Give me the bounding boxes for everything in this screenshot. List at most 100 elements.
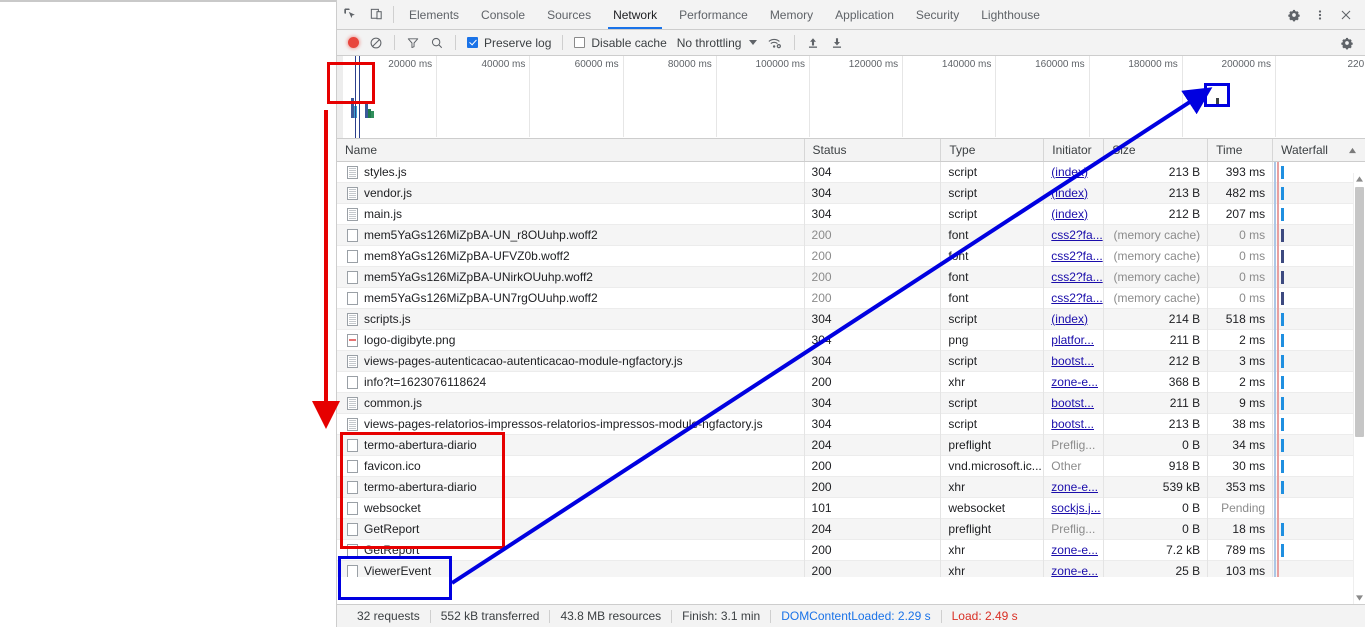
cell-initiator[interactable]: css2?fa... bbox=[1044, 287, 1105, 309]
initiator-link[interactable]: (index) bbox=[1051, 165, 1088, 179]
cell-status: 304 bbox=[805, 413, 942, 435]
table-row[interactable]: GetReport 200 xhr zone-e... 7.2 kB 789 ms bbox=[337, 539, 1365, 561]
cell-initiator[interactable]: (index) bbox=[1044, 162, 1105, 183]
scroll-up-arrow-icon[interactable] bbox=[1354, 173, 1365, 185]
scrollbar-thumb[interactable] bbox=[1355, 187, 1364, 437]
initiator-link[interactable]: bootst... bbox=[1051, 396, 1094, 410]
table-row[interactable]: favicon.ico 200 vnd.microsoft.ic... Other 91… bbox=[337, 455, 1365, 477]
table-row[interactable]: mem8YaGs126MiZpBA-UFVZ0b.woff2 200 font css… bbox=[337, 245, 1365, 267]
table-row[interactable]: mem5YaGs126MiZpBA-UN_r8OUuhp.woff2 200 fon… bbox=[337, 224, 1365, 246]
initiator-link[interactable]: css2?fa... bbox=[1051, 228, 1102, 242]
cell-initiator[interactable]: bootst... bbox=[1044, 392, 1105, 414]
table-row[interactable]: websocket 101 websocket sockjs.j... 0 B Pendi… bbox=[337, 497, 1365, 519]
overview-tick-label: 160000 ms bbox=[1035, 59, 1085, 70]
table-row[interactable]: main.js 304 script (index) 212 B 207 ms bbox=[337, 203, 1365, 225]
column-header-type[interactable]: Type bbox=[941, 139, 1045, 161]
gear-icon bbox=[1341, 37, 1353, 49]
table-row[interactable]: common.js 304 script bootst... 211 B9 ms bbox=[337, 392, 1365, 414]
waterfall-bar bbox=[1281, 312, 1285, 326]
table-row[interactable]: termo-abertura-diario 204 preflight Preflig… bbox=[337, 434, 1365, 456]
table-row[interactable]: vendor.js 304 script (index) 213 B 482 ms bbox=[337, 182, 1365, 204]
initiator-link[interactable]: css2?fa... bbox=[1051, 270, 1102, 284]
table-row[interactable]: styles.js 304 script (index) 213 B 393 ms bbox=[337, 162, 1365, 183]
table-row[interactable]: views-pages-autenticacao-autenticacao-mo… bbox=[337, 350, 1365, 372]
table-row[interactable]: logo-digibyte.png 304 png platfor... 211 B2 … bbox=[337, 329, 1365, 351]
filter-button[interactable] bbox=[401, 30, 425, 56]
export-har-button[interactable] bbox=[825, 30, 849, 56]
cell-initiator[interactable]: zone-e... bbox=[1044, 539, 1105, 561]
tab-application[interactable]: Application bbox=[824, 0, 905, 29]
cell-initiator[interactable]: css2?fa... bbox=[1044, 224, 1105, 246]
requests-table-body[interactable]: styles.js 304 script (index) 213 B 393 ms vend… bbox=[337, 162, 1365, 577]
cell-initiator[interactable]: sockjs.j... bbox=[1044, 497, 1105, 519]
waterfall-domcontentloaded-marker bbox=[1274, 392, 1277, 414]
requests-scrollbar[interactable] bbox=[1353, 173, 1365, 604]
tab-lighthouse[interactable]: Lighthouse bbox=[970, 0, 1051, 29]
cell-status: 204 bbox=[805, 518, 942, 540]
column-header-time[interactable]: Time bbox=[1208, 139, 1274, 161]
cell-initiator[interactable]: css2?fa... bbox=[1044, 245, 1105, 267]
table-row[interactable]: GetReport 204 preflight Preflig... 0 B 18 ms bbox=[337, 518, 1365, 540]
record-button[interactable] bbox=[343, 30, 364, 56]
preserve-log-checkbox[interactable]: Preserve log bbox=[462, 30, 556, 56]
column-header-initiator[interactable]: Initiator bbox=[1044, 139, 1105, 161]
table-row[interactable]: termo-abertura-diario 200 xhr zone-e... 539 … bbox=[337, 476, 1365, 498]
initiator-link[interactable]: css2?fa... bbox=[1051, 249, 1102, 263]
table-row[interactable]: views-pages-relatorios-impressos-relator… bbox=[337, 413, 1365, 435]
network-settings-button[interactable] bbox=[1335, 30, 1359, 56]
table-row[interactable]: mem5YaGs126MiZpBA-UNirkOUuhp.woff2 200 fon… bbox=[337, 266, 1365, 288]
table-row[interactable]: scripts.js 304 script (index) 214 B 518 ms bbox=[337, 308, 1365, 330]
initiator-link[interactable]: sockjs.j... bbox=[1051, 501, 1100, 515]
cell-initiator[interactable]: (index) bbox=[1044, 203, 1105, 225]
tab-memory[interactable]: Memory bbox=[759, 0, 824, 29]
cell-initiator[interactable]: zone-e... bbox=[1044, 560, 1105, 578]
table-row[interactable]: mem5YaGs126MiZpBA-UN7rgOUuhp.woff2 200 fon… bbox=[337, 287, 1365, 309]
column-header-name[interactable]: Name bbox=[337, 139, 805, 161]
initiator-link[interactable]: platfor... bbox=[1051, 333, 1094, 347]
import-har-button[interactable] bbox=[801, 30, 825, 56]
cell-initiator[interactable]: css2?fa... bbox=[1044, 266, 1105, 288]
column-header-waterfall[interactable]: Waterfall bbox=[1273, 139, 1365, 161]
disable-cache-checkbox[interactable]: Disable cache bbox=[569, 30, 671, 56]
search-button[interactable] bbox=[425, 30, 449, 56]
column-header-size[interactable]: Size bbox=[1104, 139, 1209, 161]
cell-initiator[interactable]: (index) bbox=[1044, 182, 1105, 204]
initiator-link[interactable]: (index) bbox=[1051, 207, 1088, 221]
initiator-link[interactable]: zone-e... bbox=[1051, 543, 1098, 557]
tab-network[interactable]: Network bbox=[602, 0, 668, 29]
network-conditions-button[interactable] bbox=[762, 30, 788, 56]
tab-elements[interactable]: Elements bbox=[398, 0, 470, 29]
cell-time: 207 ms bbox=[1208, 203, 1274, 225]
network-overview-timeline[interactable]: 20000 ms 40000 ms 60000 ms 80000 ms 100000 m… bbox=[337, 56, 1365, 139]
clear-button[interactable] bbox=[364, 30, 388, 56]
cell-time: 3 ms bbox=[1208, 350, 1274, 372]
cell-initiator[interactable]: zone-e... bbox=[1044, 476, 1105, 498]
initiator-link[interactable]: zone-e... bbox=[1051, 375, 1098, 389]
scroll-down-arrow-icon[interactable] bbox=[1354, 592, 1365, 604]
table-row[interactable]: ViewerEvent 200 xhr zone-e... 25 B 103 ms bbox=[337, 560, 1365, 578]
cell-initiator[interactable]: platfor... bbox=[1044, 329, 1105, 351]
initiator-link[interactable]: bootst... bbox=[1051, 417, 1094, 431]
tab-performance[interactable]: Performance bbox=[668, 0, 759, 29]
initiator-link[interactable]: (index) bbox=[1051, 186, 1088, 200]
inspect-element-icon[interactable] bbox=[337, 0, 363, 29]
kebab-menu-icon[interactable] bbox=[1307, 0, 1333, 29]
cell-initiator[interactable]: bootst... bbox=[1044, 350, 1105, 372]
column-header-status[interactable]: Status bbox=[805, 139, 942, 161]
gear-icon[interactable] bbox=[1281, 0, 1307, 29]
cell-initiator[interactable]: zone-e... bbox=[1044, 371, 1105, 393]
tab-security[interactable]: Security bbox=[905, 0, 970, 29]
initiator-link[interactable]: bootst... bbox=[1051, 354, 1094, 368]
tab-sources[interactable]: Sources bbox=[536, 0, 602, 29]
cell-initiator[interactable]: bootst... bbox=[1044, 413, 1105, 435]
initiator-link[interactable]: (index) bbox=[1051, 312, 1088, 326]
close-icon[interactable] bbox=[1333, 0, 1359, 29]
cell-initiator[interactable]: (index) bbox=[1044, 308, 1105, 330]
table-row[interactable]: info?t=1623076118624 200 xhr zone-e... 368 B… bbox=[337, 371, 1365, 393]
device-toolbar-icon[interactable] bbox=[363, 0, 389, 29]
throttling-select[interactable]: No throttling bbox=[672, 30, 763, 56]
initiator-link[interactable]: zone-e... bbox=[1051, 564, 1098, 578]
tab-console[interactable]: Console bbox=[470, 0, 536, 29]
initiator-link[interactable]: css2?fa... bbox=[1051, 291, 1102, 305]
initiator-link[interactable]: zone-e... bbox=[1051, 480, 1098, 494]
